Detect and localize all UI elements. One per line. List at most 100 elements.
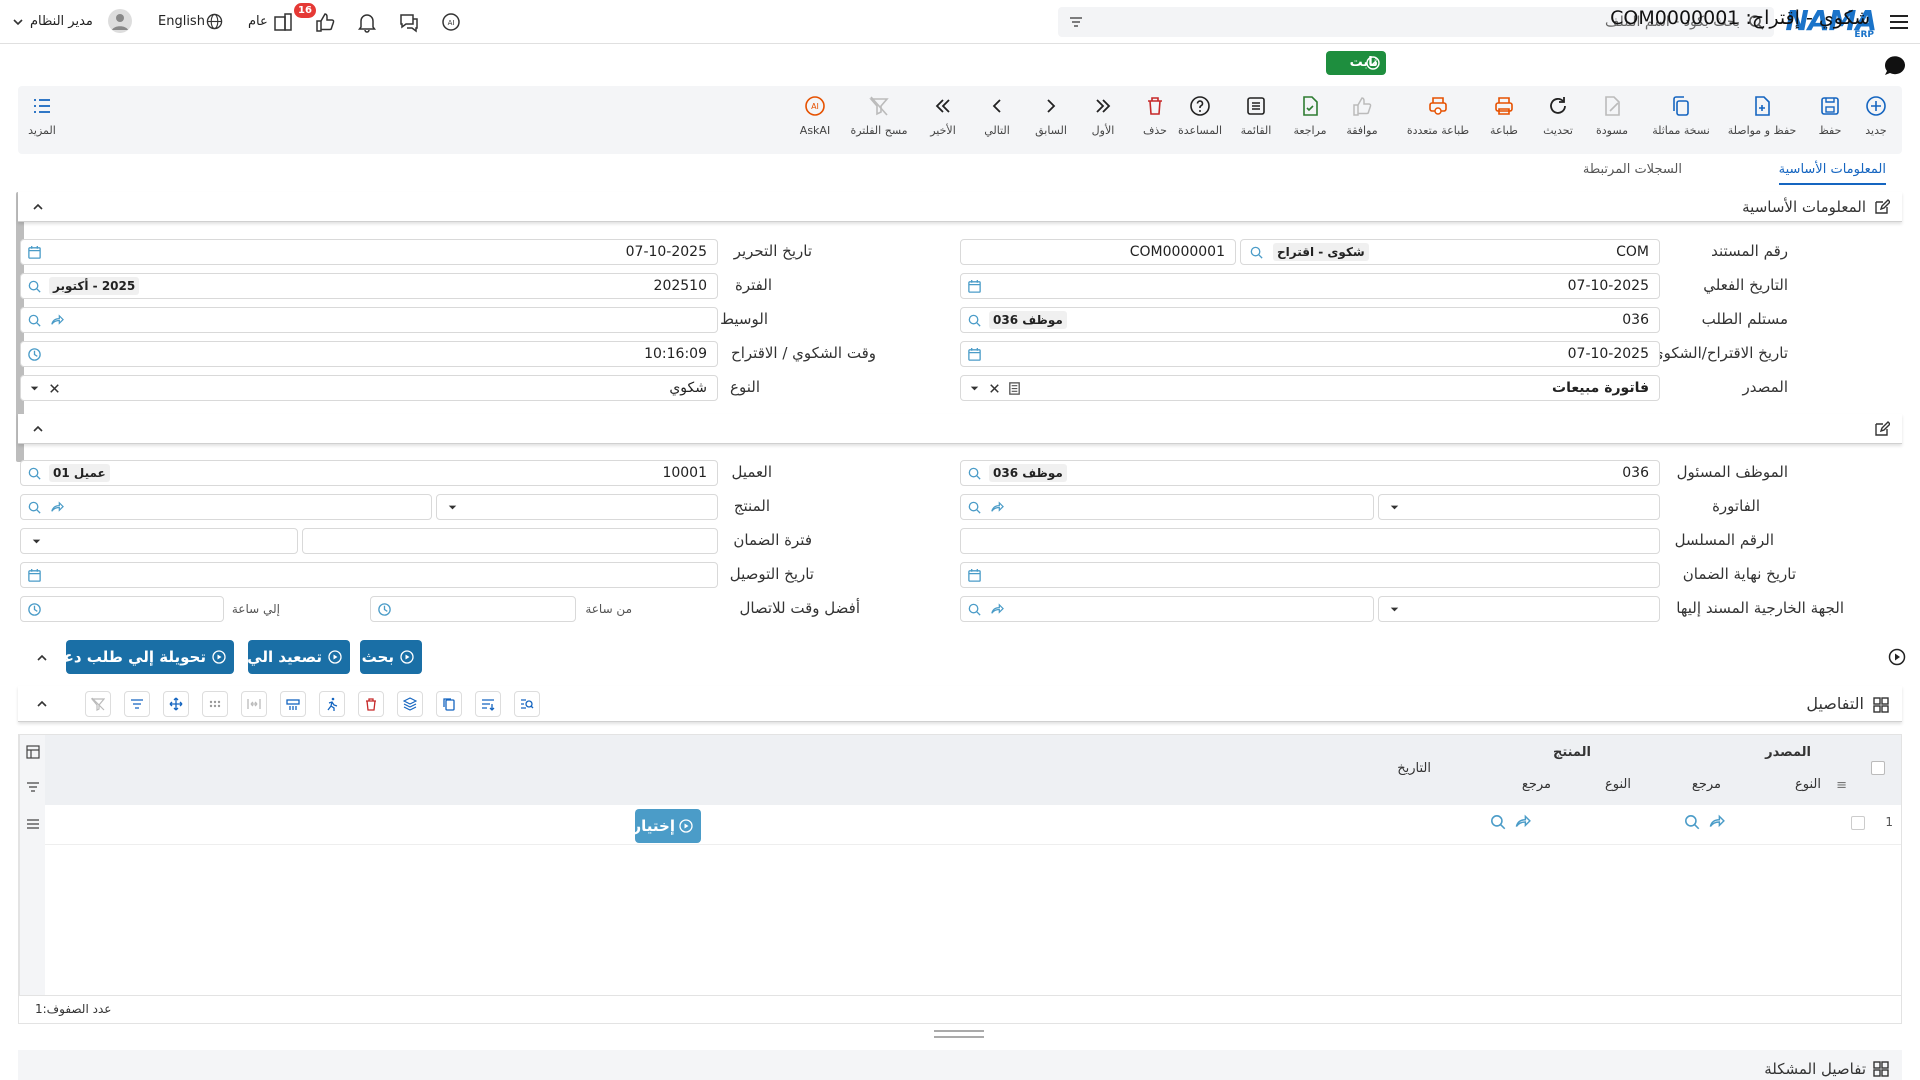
chevron-down-icon[interactable] xyxy=(1387,602,1402,617)
share-arrow-icon[interactable] xyxy=(49,313,64,328)
share-arrow-icon[interactable] xyxy=(989,500,1004,515)
doc-no-field[interactable]: COM شكوى - اقتراح xyxy=(1240,239,1660,265)
calendar-icon[interactable] xyxy=(967,279,982,294)
table-icon[interactable] xyxy=(26,745,40,759)
chevron-up-icon[interactable] xyxy=(32,201,44,213)
search-lookup-icon[interactable] xyxy=(27,279,42,294)
complaint-date-field[interactable]: 07-10-2025 xyxy=(960,341,1660,367)
search-lookup-icon[interactable] xyxy=(1249,245,1264,260)
broker-field[interactable] xyxy=(20,307,718,333)
search-lookup-icon[interactable] xyxy=(967,313,982,328)
thumbs-up-icon[interactable] xyxy=(314,11,336,33)
receiver-field[interactable]: 036 موظف 036 xyxy=(960,307,1660,333)
next-button[interactable]: التالي xyxy=(972,94,1022,150)
menu-lines-icon[interactable] xyxy=(26,817,40,831)
search-lookup-icon[interactable] xyxy=(27,313,42,328)
avatar[interactable] xyxy=(108,9,132,33)
chevron-down-icon[interactable] xyxy=(27,381,42,396)
warranty-period-field[interactable] xyxy=(302,528,718,554)
grid-sort-button[interactable] xyxy=(475,691,501,717)
scope-label[interactable]: عام xyxy=(248,14,268,29)
ai-assistant-icon[interactable]: AI xyxy=(440,11,462,33)
grid-fit-columns-button[interactable] xyxy=(241,691,267,717)
grid-run-button[interactable] xyxy=(319,691,345,717)
source-select[interactable]: فاتورة مبيعات xyxy=(960,375,1660,401)
filter-icon[interactable] xyxy=(26,781,40,795)
grid-delete-button[interactable] xyxy=(358,691,384,717)
search-lookup-icon[interactable] xyxy=(1683,813,1701,831)
building-icon[interactable] xyxy=(272,11,294,33)
chevron-up-icon[interactable] xyxy=(36,698,48,710)
serial-field[interactable] xyxy=(960,528,1660,554)
previous-button[interactable]: السابق xyxy=(1026,94,1076,150)
doc-no-value-field[interactable]: COM0000001 xyxy=(960,239,1236,265)
language-switch[interactable]: English xyxy=(158,14,205,29)
delete-button[interactable]: حذف xyxy=(1130,94,1180,150)
row-checkbox[interactable] xyxy=(1851,816,1865,830)
warranty-end-field[interactable] xyxy=(960,562,1660,588)
from-time-field[interactable] xyxy=(370,596,576,622)
col-product-type[interactable]: النوع xyxy=(1605,777,1631,792)
hamburger-menu-icon[interactable] xyxy=(1888,11,1910,33)
customer-field[interactable]: 10001 عميل 01 xyxy=(20,460,718,486)
grid-filter-button[interactable] xyxy=(124,691,150,717)
employee-field[interactable]: 036 موظف 036 xyxy=(960,460,1660,486)
chevron-up-icon[interactable] xyxy=(36,652,48,664)
grid-clear-filter-button[interactable] xyxy=(85,691,111,717)
bell-icon[interactable] xyxy=(356,11,378,33)
first-button[interactable]: الأول xyxy=(1078,94,1128,150)
share-arrow-icon[interactable] xyxy=(49,500,64,515)
external-party-field[interactable] xyxy=(960,596,1374,622)
warranty-unit-select[interactable] xyxy=(20,528,298,554)
tab-related-records[interactable]: السجلات المرتبطة xyxy=(1583,162,1682,183)
to-time-field[interactable] xyxy=(20,596,224,622)
select-all-checkbox[interactable] xyxy=(1871,761,1885,775)
row-select-button[interactable]: إختيار xyxy=(633,809,701,843)
calendar-icon[interactable] xyxy=(27,568,42,583)
clear-icon[interactable] xyxy=(47,381,62,396)
clear-icon[interactable] xyxy=(987,381,1002,396)
invoice-field[interactable] xyxy=(960,494,1374,520)
share-arrow-icon[interactable] xyxy=(1513,813,1531,831)
grid-copy-button[interactable] xyxy=(436,691,462,717)
last-button[interactable]: الأخير xyxy=(918,94,968,150)
chevron-down-icon[interactable] xyxy=(1387,500,1402,515)
col-source-type[interactable]: النوع xyxy=(1795,777,1821,792)
save-continue-button[interactable]: حفظ و مواصلة xyxy=(1722,94,1802,150)
globe-icon[interactable] xyxy=(206,13,223,30)
duplicate-button[interactable]: نسخة مماثلة xyxy=(1646,94,1716,150)
col-source-ref[interactable]: مرجع xyxy=(1692,777,1721,792)
section-basic-info-header[interactable]: المعلومات الأساسية xyxy=(18,192,1902,222)
product-type-select[interactable] xyxy=(436,494,718,520)
multi-print-button[interactable]: طباعة متعددة xyxy=(1398,94,1478,150)
chevron-up-icon[interactable] xyxy=(32,423,44,435)
actual-date-field[interactable]: 07-10-2025 xyxy=(960,273,1660,299)
invoice-type-select[interactable] xyxy=(1378,494,1660,520)
clock-icon[interactable] xyxy=(27,347,42,362)
share-arrow-icon[interactable] xyxy=(1707,813,1725,831)
chevron-down-icon[interactable] xyxy=(12,16,24,28)
search-lookup-icon[interactable] xyxy=(1489,813,1507,831)
play-circle-icon[interactable] xyxy=(1888,648,1906,666)
clock-icon[interactable] xyxy=(377,602,392,617)
more-button[interactable]: المزيد xyxy=(12,94,72,150)
external-party-type-select[interactable] xyxy=(1378,596,1660,622)
problem-details-header[interactable]: تفاصيل المشكلة xyxy=(18,1050,1902,1080)
chevron-down-icon[interactable] xyxy=(29,534,44,549)
search-lookup-icon[interactable] xyxy=(27,500,42,515)
type-select[interactable]: شكوي xyxy=(20,375,718,401)
resize-splitter[interactable] xyxy=(934,1030,984,1038)
product-field[interactable] xyxy=(20,494,432,520)
search-lookup-icon[interactable] xyxy=(27,466,42,481)
grid-move-button[interactable] xyxy=(163,691,189,717)
filter-icon[interactable] xyxy=(1068,14,1084,30)
search-lookup-icon[interactable] xyxy=(967,466,982,481)
grid-dots-button[interactable] xyxy=(202,691,228,717)
user-name[interactable]: مدير النظام xyxy=(30,14,93,29)
tab-basic-info[interactable]: المعلومات الأساسية xyxy=(1778,162,1886,185)
calendar-icon[interactable] xyxy=(27,245,42,260)
chevron-down-icon[interactable] xyxy=(967,381,982,396)
print-button[interactable]: طباعة xyxy=(1472,94,1536,150)
share-arrow-icon[interactable] xyxy=(989,602,1004,617)
clock-icon[interactable] xyxy=(27,602,42,617)
